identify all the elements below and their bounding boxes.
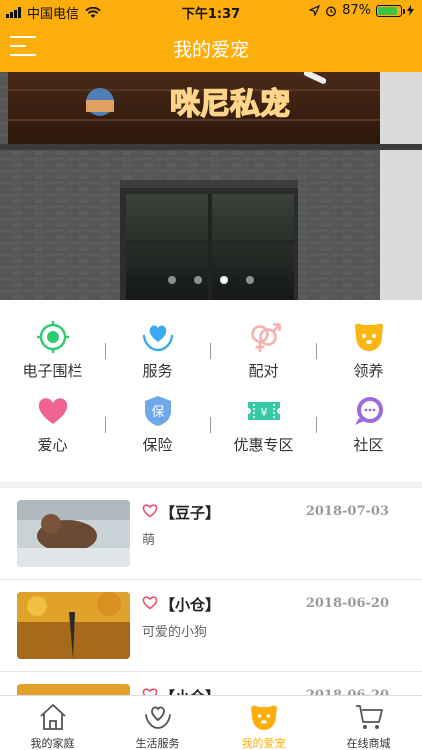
tab-my-family[interactable]: 我的家庭 xyxy=(0,696,105,750)
banner-image: 咪尼私宠 xyxy=(0,72,422,300)
dog-face-icon xyxy=(354,323,383,351)
tab-online-store[interactable]: 在线商城 xyxy=(316,696,421,750)
service-adopt[interactable]: 领养 xyxy=(316,320,421,394)
status-bar: 中国电信 下午1:37 87% xyxy=(0,0,422,22)
page-title: 我的爱宠 xyxy=(172,39,249,61)
pet-date: 2018-07-03 xyxy=(305,504,389,519)
service-label: 优惠专区 xyxy=(233,436,294,454)
grid-divider xyxy=(105,417,106,433)
favorite-icon[interactable] xyxy=(142,687,158,695)
coupon-icon: ¥ xyxy=(247,402,280,420)
service-label: 爱心 xyxy=(37,436,68,454)
service-community[interactable]: 社区 xyxy=(316,394,421,468)
hands-heart-icon xyxy=(144,706,171,729)
service-geofence[interactable]: 电子围栏 xyxy=(0,320,105,394)
service-label: 保险 xyxy=(142,436,173,454)
svg-text:¥: ¥ xyxy=(260,406,267,419)
grid-divider xyxy=(105,343,106,359)
pet-name: 【小仓】 xyxy=(160,596,221,614)
charging-icon xyxy=(407,5,414,16)
tab-label: 我的家庭 xyxy=(30,737,75,750)
tab-life-services[interactable]: 生活服务 xyxy=(105,696,210,750)
tab-label: 生活服务 xyxy=(135,737,180,750)
pet-description: 萌 xyxy=(142,533,156,548)
shop-sign: 咪尼私宠 xyxy=(170,87,290,122)
top-bar: 中国电信 下午1:37 87% 我的爱宠 xyxy=(0,0,422,72)
cart-icon xyxy=(355,705,383,729)
service-love[interactable]: 爱心 xyxy=(0,394,105,468)
grid-divider xyxy=(210,343,211,359)
tab-my-pets[interactable]: 我的爱宠 xyxy=(211,696,316,750)
pet-date: 2018-06-20 xyxy=(305,596,389,611)
grid-divider xyxy=(210,417,211,433)
grid-divider xyxy=(316,343,317,359)
service-label: 领养 xyxy=(353,362,384,380)
service-label: 配对 xyxy=(248,362,279,380)
pet-list: 【豆子】 2018-07-03 萌 【小仓】 2018-06-20 可爱的小狗 … xyxy=(0,488,422,695)
pet-description: 可爱的小狗 xyxy=(142,625,208,640)
alarm-icon xyxy=(326,6,337,16)
pet-name: 【小仓】 xyxy=(160,686,220,695)
service-grid: 电子围栏 服务 配对 领养 爱心 保 保险 ¥ 优惠专区 社区 xyxy=(0,300,422,482)
chat-icon xyxy=(354,397,383,425)
carousel-dot[interactable] xyxy=(220,276,228,284)
battery-percent: 87% xyxy=(342,3,371,18)
favorite-icon[interactable] xyxy=(142,503,158,518)
tab-bar: 我的家庭 生活服务 我的爱宠 在线商城 xyxy=(0,695,422,750)
pet-photo xyxy=(17,500,130,567)
carousel-dot[interactable] xyxy=(168,276,176,284)
service-insurance[interactable]: 保 保险 xyxy=(105,394,210,468)
heart-hands-icon xyxy=(142,325,173,352)
heart-icon xyxy=(38,398,67,424)
home-icon xyxy=(39,704,66,730)
pet-list-item[interactable]: 【小仓】 2018-06-20 xyxy=(0,672,422,695)
grid-divider xyxy=(316,417,317,433)
geofence-icon xyxy=(36,321,69,353)
favorite-icon[interactable] xyxy=(142,595,158,610)
carousel-dot[interactable] xyxy=(194,276,202,284)
tab-label: 我的爱宠 xyxy=(241,737,286,750)
battery-icon xyxy=(376,4,405,17)
shield-icon: 保 xyxy=(144,396,171,426)
pet-date: 2018-06-20 xyxy=(306,688,389,695)
banner-carousel[interactable]: 咪尼私宠 xyxy=(0,72,422,300)
service-pairing[interactable]: 配对 xyxy=(211,320,316,394)
carousel-dot[interactable] xyxy=(246,276,254,284)
tab-label: 在线商城 xyxy=(346,737,391,750)
carousel-dots xyxy=(0,276,422,284)
service-services[interactable]: 服务 xyxy=(105,320,210,394)
service-label: 社区 xyxy=(353,436,384,454)
pet-photo xyxy=(17,684,130,695)
gender-pair-icon xyxy=(250,323,281,352)
pet-list-item[interactable]: 【豆子】 2018-07-03 萌 xyxy=(0,488,422,580)
dog-face-icon xyxy=(250,705,277,730)
service-label: 服务 xyxy=(142,362,173,380)
service-label: 电子围栏 xyxy=(22,362,83,380)
location-arrow-icon xyxy=(309,5,321,16)
pet-photo xyxy=(17,592,130,659)
pet-list-item[interactable]: 【小仓】 2018-06-20 可爱的小狗 xyxy=(0,580,422,672)
nav-bar: 我的爱宠 xyxy=(0,22,422,72)
pet-name: 【豆子】 xyxy=(160,504,221,522)
service-coupons[interactable]: ¥ 优惠专区 xyxy=(211,394,316,468)
svg-text:保: 保 xyxy=(151,405,164,420)
